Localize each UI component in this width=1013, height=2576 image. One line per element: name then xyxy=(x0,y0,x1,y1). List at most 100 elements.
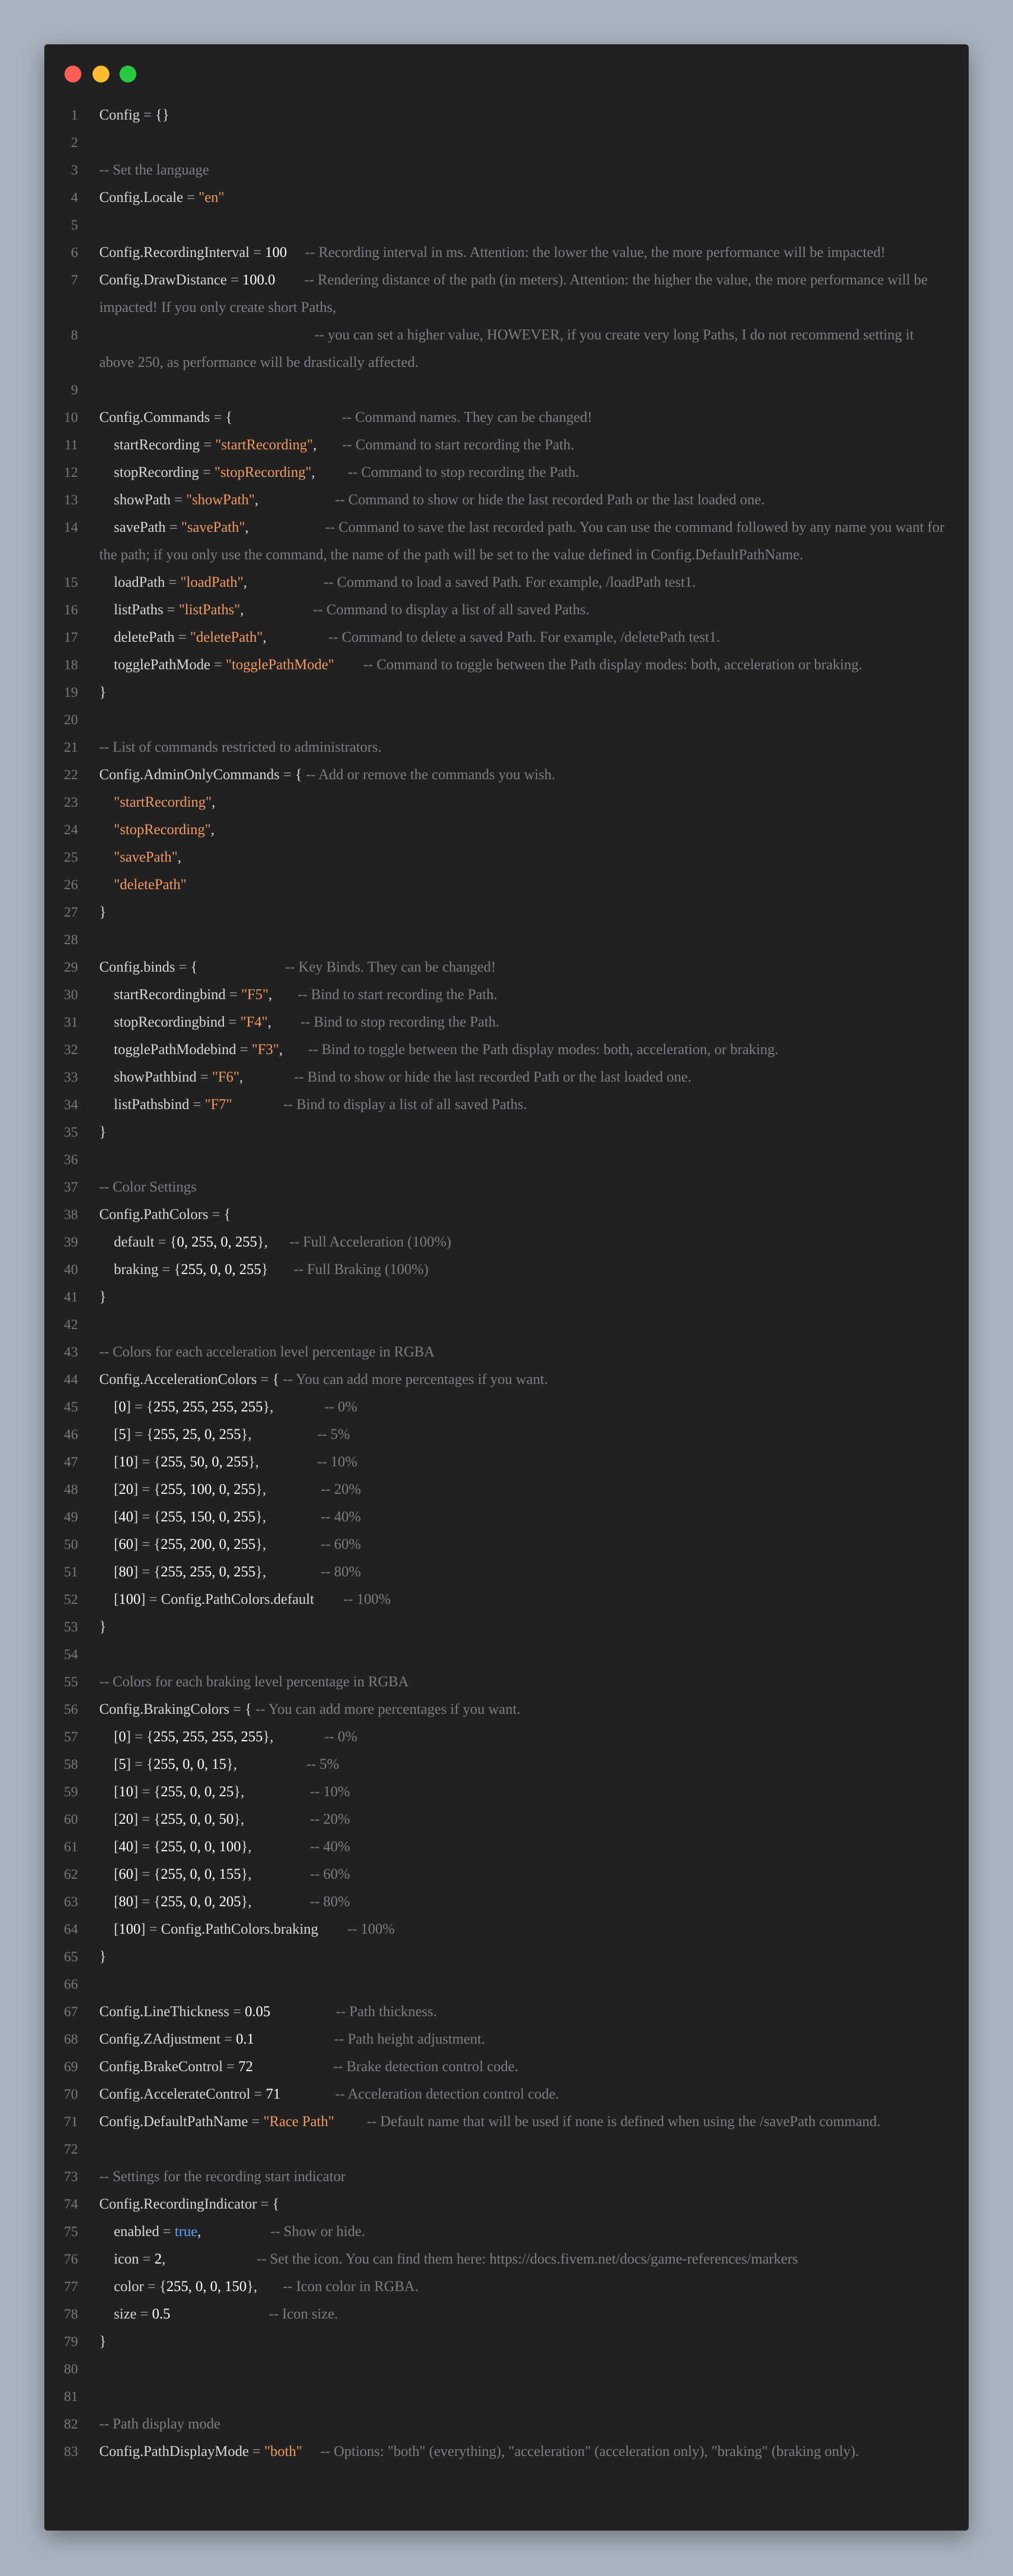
code-token: size xyxy=(99,2306,137,2322)
code-token: 255, 0, 0, 25 xyxy=(160,1783,234,1800)
code-line: [5] = {255, 0, 0, 15}, -- 5% xyxy=(99,1750,947,1778)
code-token: "F5" xyxy=(241,986,269,1002)
code-token: 5 xyxy=(118,1426,126,1442)
code-token: Config.ZAdjustment xyxy=(99,2031,220,2047)
code-token: Config.AccelerationColors xyxy=(99,1371,257,1387)
code-token: { xyxy=(154,1536,161,1552)
code-token: { xyxy=(154,1838,161,1855)
line-number: 11 xyxy=(64,438,78,453)
code-token: braking xyxy=(99,1261,159,1277)
close-icon[interactable] xyxy=(65,66,81,82)
code-token: { xyxy=(272,1371,280,1387)
code-token: = xyxy=(158,1261,174,1277)
code-token: = xyxy=(279,766,296,783)
code-line: Config.AdminOnlyCommands = { -- Add or r… xyxy=(99,761,947,788)
minimize-icon[interactable] xyxy=(93,66,109,82)
code-token: "showPath" xyxy=(186,491,255,508)
code-token: }, xyxy=(248,1453,259,1470)
line-number: 30 xyxy=(64,987,78,1002)
code-token: } xyxy=(99,904,107,920)
code-token: = xyxy=(249,244,265,260)
line-number: 46 xyxy=(64,1427,78,1442)
code-line: togglePathModebind = "F3", -- Bind to to… xyxy=(99,1036,947,1063)
code-line: showPath = "showPath", -- Command to sho… xyxy=(99,486,947,513)
line-number: 43 xyxy=(64,1345,78,1360)
line-number: 38 xyxy=(64,1207,78,1222)
code-token: { xyxy=(154,1453,161,1470)
code-token: "startRecording" xyxy=(114,794,212,810)
code-token: 255, 100, 0, 255 xyxy=(160,1481,256,1497)
code-token: 0.1 xyxy=(236,2031,255,2047)
line-number: 8 xyxy=(71,328,79,343)
code-token: { xyxy=(146,1399,154,1415)
code-token: [ xyxy=(99,1563,119,1580)
line-number: 55 xyxy=(64,1675,78,1690)
code-line: loadPath = "loadPath", -- Command to loa… xyxy=(99,568,947,596)
code-token: -- Command to delete a saved Path. For e… xyxy=(266,629,720,645)
code-token: "loadPath" xyxy=(180,574,243,590)
code-token: -- Bind to toggle between the Path displ… xyxy=(282,1041,779,1057)
code-line: [40] = {255, 0, 0, 100}, -- 40% xyxy=(99,1833,947,1860)
code-token: "stopRecording" xyxy=(114,821,211,838)
code-line: Config.RecordingIndicator = { xyxy=(99,2190,947,2218)
code-token: -- 60% xyxy=(251,1866,350,1882)
code-token: 255, 25, 0, 255 xyxy=(153,1426,241,1442)
line-number: 16 xyxy=(64,602,78,618)
code-token: -- Path thickness. xyxy=(270,2003,437,2020)
code-token: = xyxy=(138,1893,154,1910)
code-token: 0 xyxy=(118,1399,126,1415)
code-token: Config.AdminOnlyCommands xyxy=(99,766,280,783)
code-token: }, xyxy=(255,1563,266,1580)
code-token: }, xyxy=(233,1811,245,1827)
code-token: = xyxy=(165,519,182,535)
line-number: 20 xyxy=(64,712,78,728)
code-token: [ xyxy=(99,1921,119,1937)
code-token: }, xyxy=(263,1399,274,1415)
code-line: deletePath = "deletePath", -- Command to… xyxy=(99,623,947,651)
code-token: = xyxy=(256,2196,273,2212)
code-token: Config.AccelerateControl xyxy=(99,2086,251,2102)
line-number: 7 xyxy=(71,273,79,288)
code-token: "startRecording" xyxy=(215,436,314,453)
line-number: 29 xyxy=(64,960,78,975)
code-token: -- You can add more percentages if you w… xyxy=(279,1371,548,1387)
code-token: , xyxy=(211,794,215,810)
line-number: 74 xyxy=(64,2197,78,2212)
code-line: [10] = {255, 50, 0, 255}, -- 10% xyxy=(99,1448,947,1475)
line-number: 52 xyxy=(64,1592,78,1607)
code-token: Config.PathColors.braking xyxy=(161,1921,319,1937)
line-number: 28 xyxy=(64,932,78,947)
code-token: = xyxy=(138,1453,154,1470)
code-token: = xyxy=(236,1041,252,1057)
code-token: -- Command to show or hide the last reco… xyxy=(258,491,765,508)
line-number: 69 xyxy=(64,2059,78,2074)
code-line: } xyxy=(99,1283,947,1310)
code-token: true xyxy=(174,2223,197,2239)
code-token: -- 5% xyxy=(237,1756,339,1772)
code-token: 40 xyxy=(118,1508,133,1525)
code-line: savePath = "savePath", -- Command to sav… xyxy=(99,513,947,568)
code-token: Config.RecordingInterval xyxy=(99,244,250,260)
line-number: 35 xyxy=(64,1125,78,1140)
code-line: } xyxy=(99,1118,947,1146)
maximize-icon[interactable] xyxy=(119,66,136,82)
code-line: Config.Locale = "en" xyxy=(99,183,947,211)
code-token: 71 xyxy=(265,2086,280,2102)
code-line: } xyxy=(99,898,947,926)
line-number: 68 xyxy=(64,2032,78,2047)
code-line: "startRecording", xyxy=(99,788,947,816)
code-token: = xyxy=(225,986,241,1002)
code-token: Config xyxy=(99,107,140,123)
code-line: Config = {} xyxy=(99,101,947,128)
code-token: = xyxy=(223,2058,238,2074)
code-token: = xyxy=(144,2278,160,2294)
code-token: 255, 255, 0, 255 xyxy=(160,1563,256,1580)
code-token: { xyxy=(169,1234,177,1250)
code-token: 10 xyxy=(118,1783,133,1800)
line-number: 18 xyxy=(64,657,78,673)
line-number: 41 xyxy=(64,1290,78,1305)
line-number: 26 xyxy=(64,877,78,893)
code-token: -- Bind to start recording the Path. xyxy=(272,986,498,1002)
code-token: -- 20% xyxy=(244,1811,350,1827)
